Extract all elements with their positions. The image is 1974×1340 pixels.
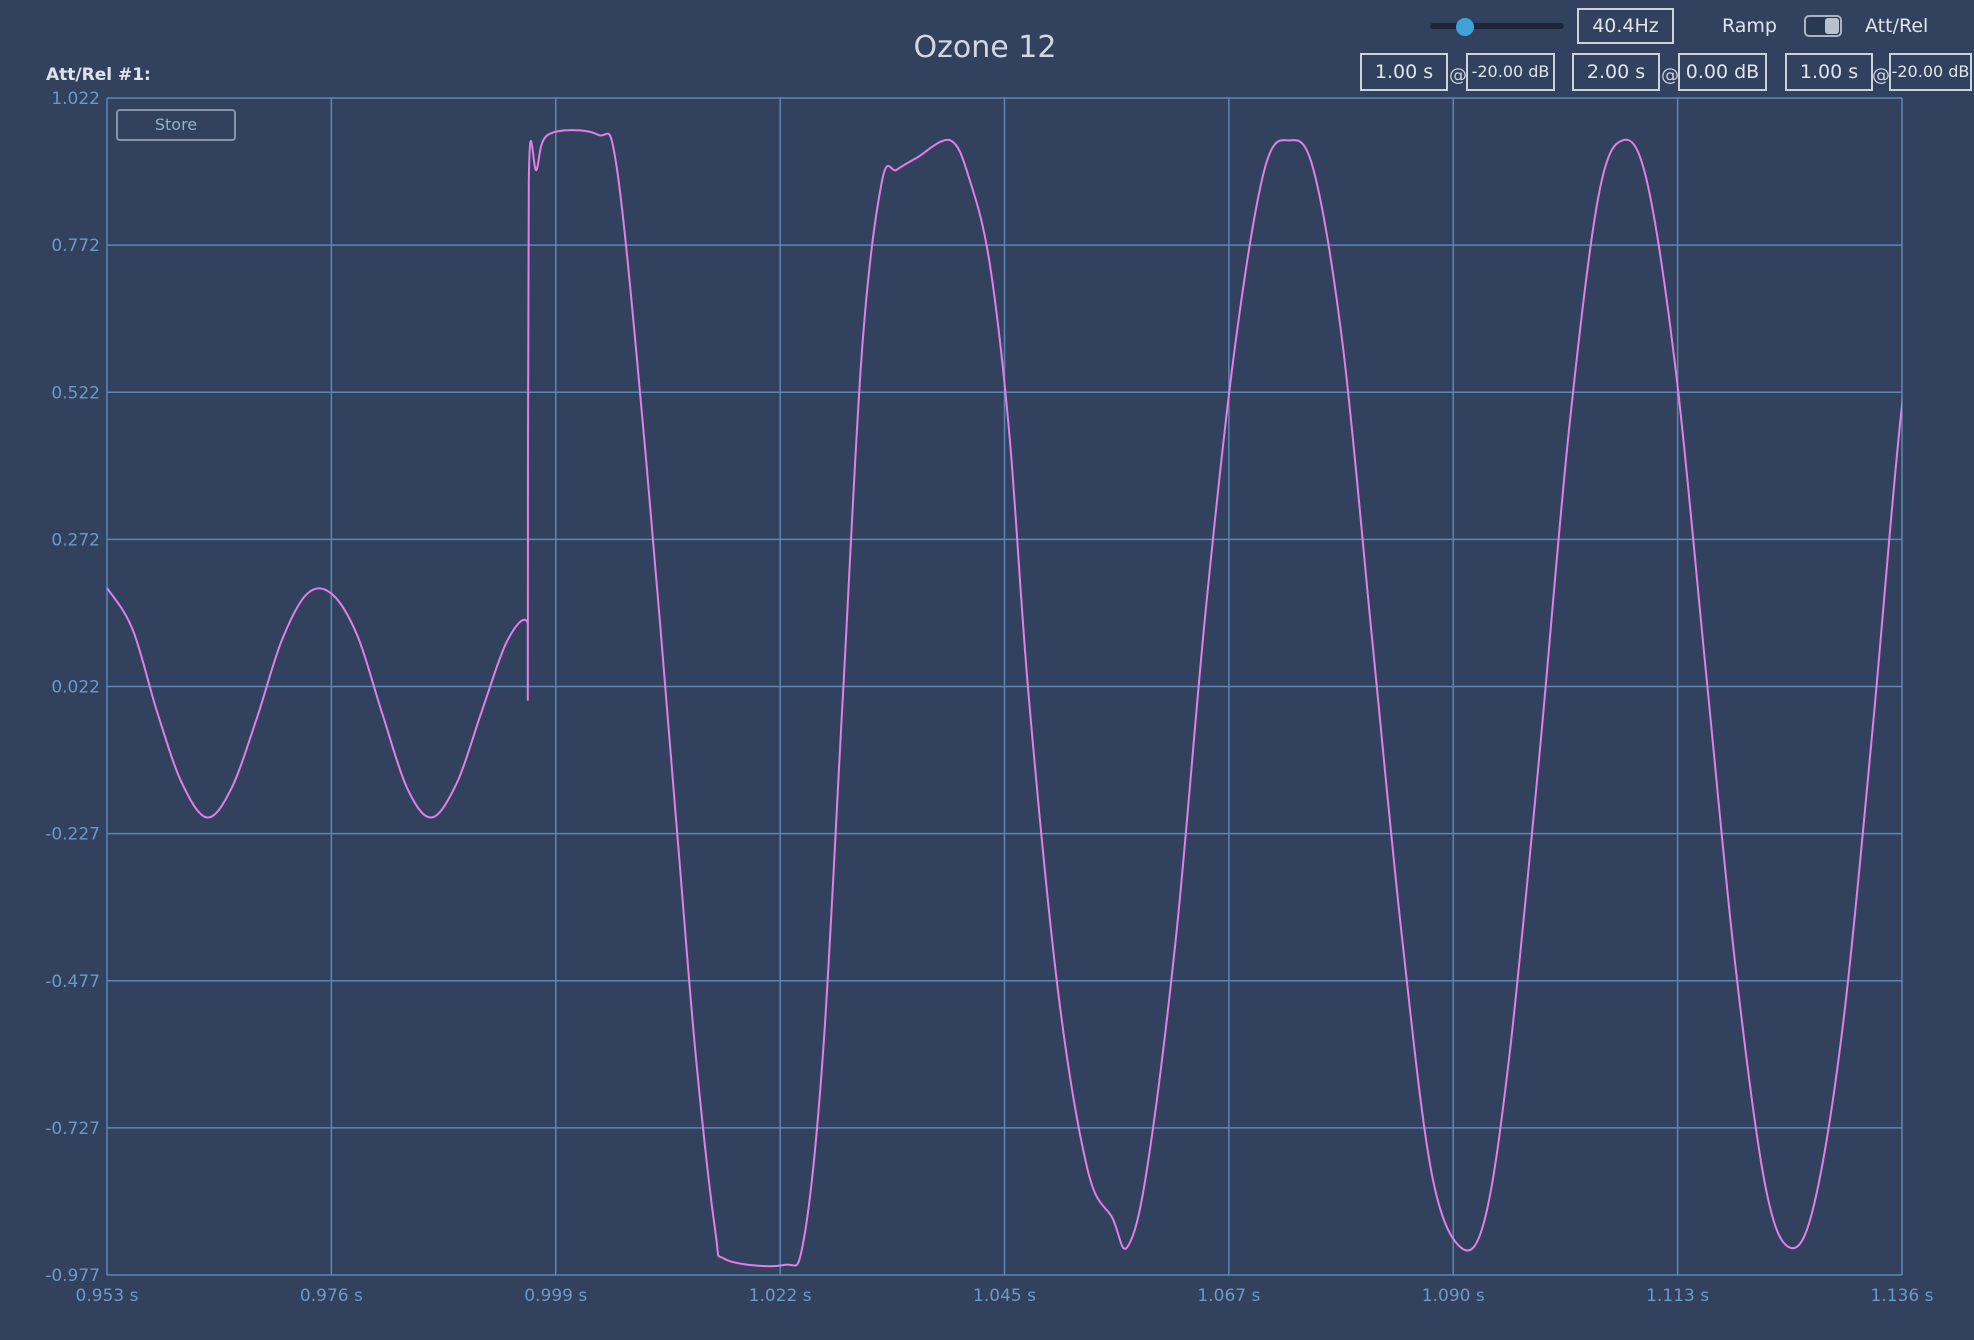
y-tick-label: 0.022 — [51, 678, 100, 698]
y-tick-label: 0.522 — [51, 383, 100, 403]
waveform-plot[interactable]: 0.953 s 0.976 s 0.999 s 1.022 s 1.045 s 1.067… — [0, 0, 1974, 1340]
y-tick-label: -0.727 — [45, 1119, 100, 1139]
x-tick-label: 0.999 s — [524, 1286, 587, 1306]
y-tick-label: 0.272 — [51, 530, 100, 550]
waveform-line — [107, 129, 1902, 1268]
store-button[interactable]: Store — [116, 109, 236, 141]
x-tick-label: 1.022 s — [749, 1286, 812, 1306]
y-tick-label: -0.477 — [45, 972, 100, 992]
x-tick-label: 1.113 s — [1646, 1286, 1709, 1306]
x-tick-label: 0.976 s — [300, 1286, 363, 1306]
y-tick-label: -0.977 — [45, 1266, 100, 1286]
x-tick-label: 1.067 s — [1197, 1286, 1260, 1306]
x-tick-label: 1.136 s — [1871, 1286, 1934, 1306]
x-tick-label: 1.045 s — [973, 1286, 1036, 1306]
y-tick-label: 1.022 — [51, 89, 100, 109]
x-tick-label: 1.090 s — [1422, 1286, 1485, 1306]
y-tick-label: 0.772 — [51, 236, 100, 256]
x-tick-label: 0.953 s — [76, 1286, 139, 1306]
y-tick-label: -0.227 — [45, 825, 100, 845]
